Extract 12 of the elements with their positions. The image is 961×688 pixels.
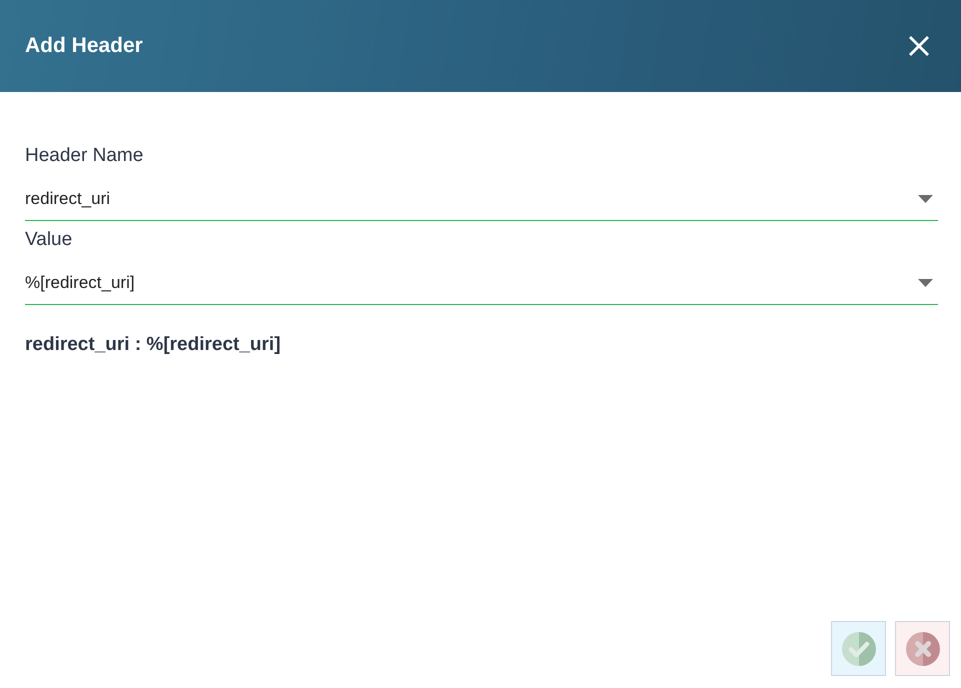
value-dropdown[interactable]: %[redirect_uri] <box>25 251 938 305</box>
caret-icon <box>918 279 933 287</box>
caret-icon <box>918 195 933 203</box>
x-circle-icon <box>906 632 940 666</box>
check-circle-icon <box>842 632 876 666</box>
close-icon <box>909 36 929 56</box>
dialog-title: Add Header <box>25 33 143 59</box>
header-preview: redirect_uri : %[redirect_uri] <box>25 334 281 356</box>
close-button[interactable] <box>908 35 930 57</box>
header-name-dropdown[interactable]: redirect_uri <box>25 167 938 221</box>
field-label: Header Name <box>25 145 144 167</box>
field-label: Value <box>25 229 72 251</box>
